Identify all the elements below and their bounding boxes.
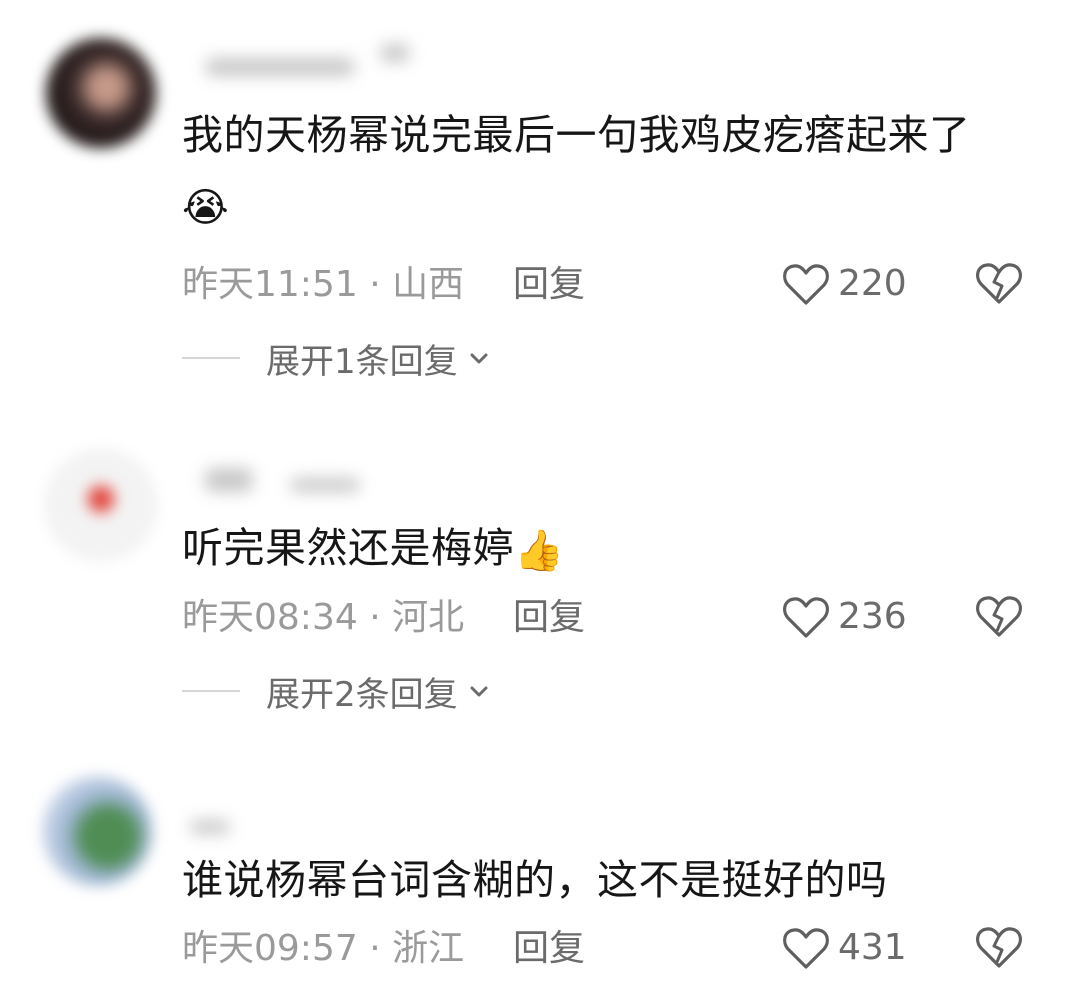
user-badge-blurred: [380, 44, 410, 62]
username-blurred[interactable]: [205, 468, 253, 492]
meta-separator: ·: [369, 597, 381, 638]
emoji: 👍: [514, 528, 565, 574]
comment-body: 听完果然还是梅婷: [182, 524, 514, 572]
heart-outline-icon: [783, 928, 829, 969]
expand-divider: [182, 357, 240, 359]
avatar[interactable]: [46, 450, 156, 560]
comment-text: 谁说杨幂台词含糊的，这不是挺好的吗: [182, 845, 1042, 915]
like-count: 236: [838, 596, 907, 637]
comment-meta: 昨天09:57 · 浙江: [182, 927, 464, 971]
like-count: 431: [838, 927, 907, 968]
comment-location: 浙江: [392, 928, 465, 969]
comment-time: 昨天11:51: [182, 264, 358, 305]
chevron-down-icon: [470, 686, 488, 697]
username-blurred[interactable]: [190, 820, 230, 834]
reply-button[interactable]: 回复: [513, 263, 585, 307]
comment-body: 我的天杨幂说完最后一句我鸡皮疙瘩起来了: [182, 111, 971, 159]
avatar[interactable]: [42, 776, 152, 886]
meta-separator: ·: [369, 928, 381, 969]
avatar[interactable]: [46, 38, 156, 148]
expand-divider: [182, 690, 240, 692]
heart-outline-icon: [783, 264, 829, 305]
comment-time: 昨天09:57: [182, 928, 358, 969]
like-button[interactable]: 220: [782, 260, 907, 308]
broken-heart-icon: [976, 263, 1022, 304]
emoji: 😭: [182, 185, 230, 231]
like-count: 220: [838, 263, 907, 304]
username-blurred-extra: [290, 478, 360, 492]
heart-outline-icon: [783, 597, 829, 638]
dislike-button[interactable]: [975, 260, 1023, 308]
like-button[interactable]: 431: [782, 924, 907, 972]
comment-text: 听完果然还是梅婷👍: [182, 513, 1012, 586]
comment-time: 昨天08:34: [182, 597, 358, 638]
comment-text: 我的天杨幂说完最后一句我鸡皮疙瘩起来了 😭: [182, 100, 1012, 243]
comment-location: 山西: [392, 264, 465, 305]
broken-heart-icon: [976, 927, 1022, 968]
broken-heart-icon: [976, 596, 1022, 637]
expand-replies[interactable]: 展开2条回复: [182, 669, 490, 715]
reply-button[interactable]: 回复: [513, 927, 585, 971]
dislike-button[interactable]: [975, 924, 1023, 972]
chevron-down-icon: [470, 353, 488, 364]
comment-meta: 昨天08:34 · 河北: [182, 596, 464, 640]
expand-replies-label: 展开1条回复: [266, 341, 458, 382]
expand-replies[interactable]: 展开1条回复: [182, 336, 490, 382]
comment-list: 我的天杨幂说完最后一句我鸡皮疙瘩起来了 😭 昨天11:51 · 山西 回复 220…: [0, 0, 1080, 992]
reply-button[interactable]: 回复: [513, 596, 585, 640]
meta-separator: ·: [369, 264, 381, 305]
username-blurred[interactable]: [205, 58, 355, 76]
comment-meta: 昨天11:51 · 山西: [182, 263, 464, 307]
like-button[interactable]: 236: [782, 593, 907, 641]
comment-location: 河北: [392, 597, 465, 638]
expand-replies-label: 展开2条回复: [266, 674, 458, 715]
dislike-button[interactable]: [975, 593, 1023, 641]
comment-body: 谁说杨幂台词含糊的，这不是挺好的吗: [182, 856, 888, 904]
